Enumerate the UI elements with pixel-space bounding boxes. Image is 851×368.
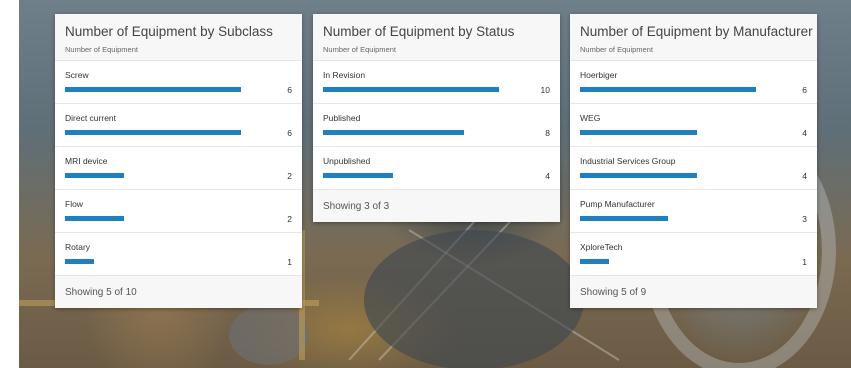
list-item[interactable]: Unpublished 4	[313, 146, 560, 189]
row-bar	[580, 87, 756, 92]
row-value: 1	[802, 257, 807, 267]
row-value: 2	[287, 171, 292, 181]
row-value: 4	[545, 171, 550, 181]
manufacturer-card: Number of Equipment by Manufacturer Numb…	[570, 14, 817, 308]
row-value: 4	[802, 171, 807, 181]
row-value: 10	[540, 85, 550, 95]
list-item[interactable]: Screw 6	[55, 60, 302, 103]
list-item[interactable]: Flow 2	[55, 189, 302, 232]
row-bar	[580, 216, 668, 221]
list-item[interactable]: Direct current 6	[55, 103, 302, 146]
row-bar	[65, 173, 124, 178]
row-bar	[580, 130, 697, 135]
card-header: Number of Equipment by Status Number of …	[313, 14, 560, 60]
row-label: Industrial Services Group	[580, 156, 676, 166]
row-value: 6	[287, 128, 292, 138]
list-item[interactable]: XploreTech 1	[570, 232, 817, 275]
row-bar	[65, 259, 94, 264]
showing-count: Showing 5 of 9	[580, 287, 647, 298]
list-item[interactable]: Published 8	[313, 103, 560, 146]
row-value: 3	[802, 214, 807, 224]
card-title: Number of Equipment by Status	[323, 24, 515, 39]
card-footer: Showing 3 of 3	[313, 189, 560, 222]
showing-count: Showing 5 of 10	[65, 287, 137, 298]
card-header: Number of Equipment by Subclass Number o…	[55, 14, 302, 60]
row-label: XploreTech	[580, 242, 623, 252]
row-label: Pump Manufacturer	[580, 199, 655, 209]
list-item[interactable]: Rotary 1	[55, 232, 302, 275]
card-subtitle: Number of Equipment	[580, 45, 653, 54]
row-value: 6	[802, 85, 807, 95]
card-title: Number of Equipment by Subclass	[65, 24, 273, 39]
row-label: Flow	[65, 199, 83, 209]
card-footer: Showing 5 of 9	[570, 275, 817, 308]
row-bar	[323, 173, 393, 178]
row-bar	[65, 87, 241, 92]
row-bar	[580, 173, 697, 178]
row-label: Direct current	[65, 113, 117, 123]
card-title: Number of Equipment by Manufacturer	[580, 24, 813, 39]
status-card: Number of Equipment by Status Number of …	[313, 14, 560, 222]
showing-count: Showing 3 of 3	[323, 201, 390, 212]
row-label: In Revision	[323, 70, 366, 80]
row-value: 8	[545, 128, 550, 138]
list-item[interactable]: Hoerbiger 6	[570, 60, 817, 103]
list-item[interactable]: MRI device 2	[55, 146, 302, 189]
row-bar	[65, 130, 241, 135]
list-item[interactable]: Pump Manufacturer 3	[570, 189, 817, 232]
row-label: Unpublished	[323, 156, 371, 166]
card-subtitle: Number of Equipment	[323, 45, 396, 54]
row-label: MRI device	[65, 156, 108, 166]
row-label: Screw	[65, 70, 89, 80]
card-footer: Showing 5 of 10	[55, 275, 302, 308]
row-value: 4	[802, 128, 807, 138]
list-item[interactable]: Industrial Services Group 4	[570, 146, 817, 189]
row-value: 6	[287, 85, 292, 95]
card-subtitle: Number of Equipment	[65, 45, 138, 54]
row-label: Published	[323, 113, 361, 123]
list-item[interactable]: In Revision 10	[313, 60, 560, 103]
card-header: Number of Equipment by Manufacturer Numb…	[570, 14, 817, 60]
row-bar	[323, 87, 499, 92]
row-label: Hoerbiger	[580, 70, 618, 80]
row-bar	[323, 130, 464, 135]
row-bar	[580, 259, 609, 264]
row-bar	[65, 216, 124, 221]
row-label: Rotary	[65, 242, 91, 252]
list-item[interactable]: WEG 4	[570, 103, 817, 146]
row-label: WEG	[580, 113, 601, 123]
row-value: 1	[287, 257, 292, 267]
subclass-card: Number of Equipment by Subclass Number o…	[55, 14, 302, 308]
row-value: 2	[287, 214, 292, 224]
